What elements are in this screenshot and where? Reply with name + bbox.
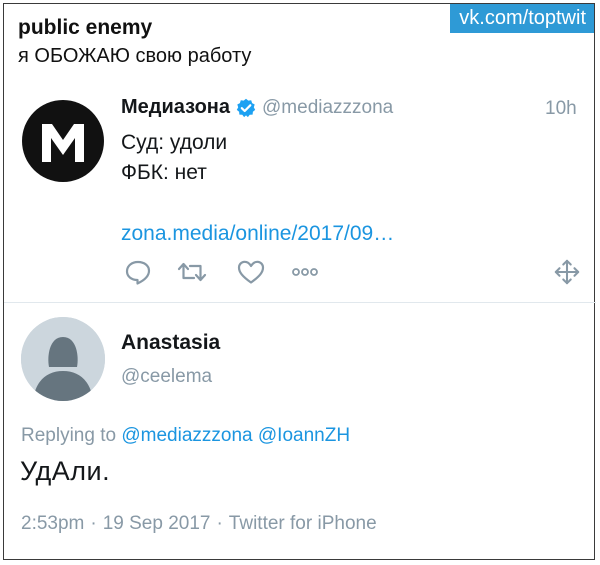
- meta-source[interactable]: Twitter for iPhone: [229, 513, 377, 534]
- verified-badge-icon: [236, 98, 256, 118]
- meta-separator: ·: [90, 513, 97, 534]
- mention-mediazzzona[interactable]: @mediazzzona: [121, 425, 252, 446]
- more-icon[interactable]: [290, 258, 320, 286]
- tweet-divider: [4, 302, 596, 303]
- replying-to-line: Replying to @mediazzzona @IoannZH: [21, 425, 350, 447]
- replying-to-label: Replying to: [21, 425, 117, 446]
- reply-icon[interactable]: [124, 258, 152, 286]
- default-profile-icon: [21, 317, 105, 401]
- quoted-tweet-body: Суд: удоли ФБК: нет: [121, 128, 227, 188]
- mediazona-avatar[interactable]: [22, 100, 104, 182]
- tweet-line-fbk: ФБК: нет: [121, 161, 207, 184]
- move-icon[interactable]: [552, 258, 582, 286]
- meta-separator: ·: [216, 513, 223, 534]
- meta-date[interactable]: 19 Sep 2017: [103, 513, 211, 534]
- meta-time[interactable]: 2:53pm: [21, 513, 84, 534]
- retweet-icon[interactable]: [175, 258, 209, 286]
- mediazona-handle[interactable]: @mediazzzona: [262, 97, 393, 119]
- mediazona-name[interactable]: Медиазона: [121, 96, 230, 119]
- tweet-line-court: Суд: удоли: [121, 131, 228, 154]
- tweet-meta: 2:53pm · 19 Sep 2017 · Twitter for iPhone: [21, 513, 377, 535]
- like-icon[interactable]: [236, 258, 266, 286]
- mediazona-logo-icon: [42, 124, 84, 162]
- mediazona-name-line: Медиазона @mediazzzona: [121, 96, 393, 119]
- reply-author-name[interactable]: Anastasia: [121, 331, 220, 355]
- anastasia-avatar[interactable]: [21, 317, 105, 401]
- post-author: public enemy: [18, 16, 153, 39]
- reply-author-handle[interactable]: @ceelema: [121, 366, 212, 388]
- mention-ioannzh[interactable]: @IoannZH: [258, 425, 350, 446]
- tweet-timestamp[interactable]: 10h: [545, 98, 577, 120]
- post-text: я ОБОЖАЮ свою работу: [18, 45, 252, 67]
- reply-tweet-text: УдАли.: [20, 456, 111, 486]
- meme-frame: public enemy я ОБОЖАЮ свою работу vk.com…: [3, 3, 596, 560]
- watermark[interactable]: vk.com/toptwit: [450, 4, 594, 33]
- tweet-link[interactable]: zona.media/online/2017/09…: [121, 222, 394, 246]
